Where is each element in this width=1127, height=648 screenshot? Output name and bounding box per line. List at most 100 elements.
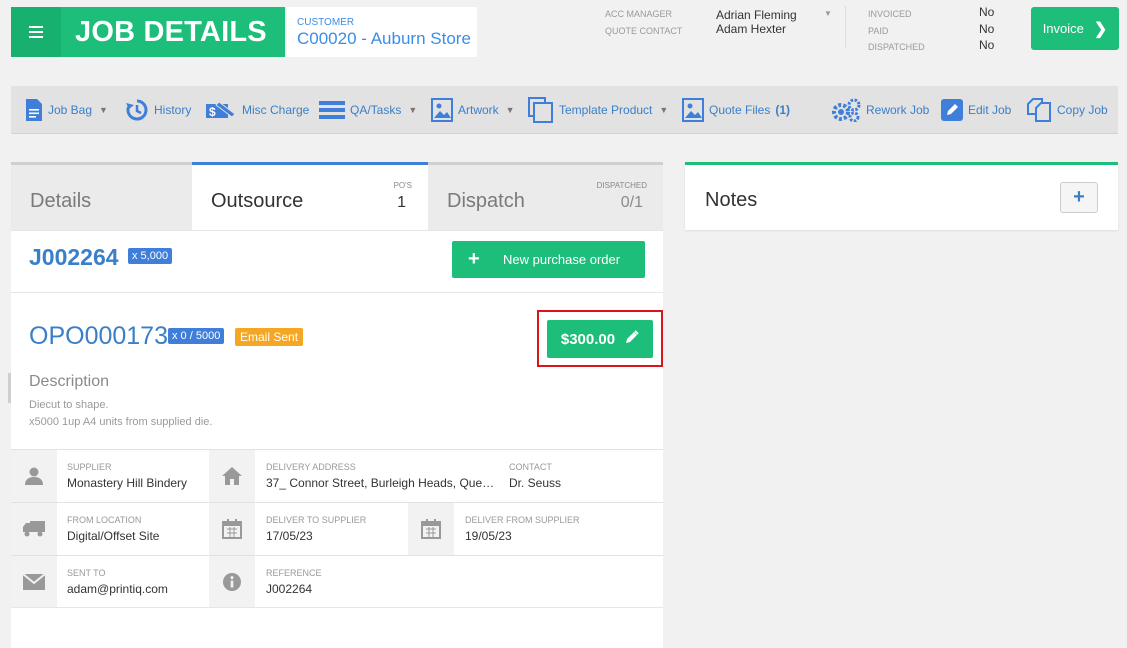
po-status-badge: Email Sent bbox=[235, 328, 304, 346]
template-product-button[interactable]: Template Product ▼ bbox=[528, 86, 668, 134]
misc-charge-button[interactable]: $ Misc Charge bbox=[205, 86, 309, 134]
qa-tasks-button[interactable]: QA/Tasks ▼ bbox=[319, 86, 417, 134]
plus-icon: + bbox=[1073, 186, 1085, 208]
caret-down-icon: ▼ bbox=[505, 105, 515, 115]
job-bag-button[interactable]: Job Bag ▼ bbox=[25, 86, 108, 134]
pos-count-value: 1 bbox=[397, 194, 406, 211]
reference-label: REFERENCE bbox=[266, 568, 322, 578]
divider bbox=[11, 230, 663, 231]
artwork-button[interactable]: Artwork ▼ bbox=[431, 86, 515, 134]
template-icon bbox=[528, 97, 554, 123]
misc-charge-icon: $ bbox=[205, 100, 237, 120]
pos-count-label: PO'S bbox=[393, 181, 412, 190]
contact-value: Dr. Seuss bbox=[509, 476, 562, 490]
caret-down-icon: ▼ bbox=[659, 105, 669, 115]
deliver-from-supplier-label: DELIVER FROM SUPPLIER bbox=[465, 515, 580, 525]
tab-details[interactable]: Details bbox=[11, 162, 192, 230]
dispatched-count-value: 0/1 bbox=[620, 194, 643, 211]
customer-label: CUSTOMER bbox=[297, 17, 355, 28]
quote-contact-label: QUOTE CONTACT bbox=[605, 26, 683, 36]
description-line-2: x5000 1up A4 units from supplied die. bbox=[29, 416, 213, 428]
calendar-icon bbox=[408, 503, 454, 555]
po-number[interactable]: OPO000173 bbox=[29, 322, 168, 351]
divider bbox=[11, 292, 663, 293]
quote-files-button[interactable]: Quote Files (1) bbox=[682, 86, 790, 134]
edit-job-button[interactable]: Edit Job bbox=[941, 86, 1011, 134]
edit-icon bbox=[941, 99, 963, 121]
copy-job-label: Copy Job bbox=[1057, 103, 1108, 117]
home-icon bbox=[209, 450, 255, 502]
reference-value: J002264 bbox=[266, 582, 313, 596]
sent-to-label: SENT TO bbox=[67, 568, 106, 578]
history-button[interactable]: History bbox=[125, 86, 191, 134]
invoice-button[interactable]: Invoice ❯ bbox=[1031, 7, 1119, 50]
toolbar: Job Bag ▼ History $ Misc Charge QA/Tasks… bbox=[11, 86, 1118, 134]
caret-down-icon: ▼ bbox=[99, 105, 108, 115]
copy-job-button[interactable]: Copy Job bbox=[1026, 86, 1108, 134]
tab-dispatch[interactable]: Dispatch DISPATCHED 0/1 bbox=[428, 162, 663, 230]
menu-icon[interactable] bbox=[11, 7, 61, 57]
user-icon bbox=[11, 450, 57, 502]
job-number[interactable]: J002264 bbox=[29, 244, 119, 271]
paid-label: PAID bbox=[868, 26, 889, 36]
acc-manager-caret-icon[interactable]: ▼ bbox=[824, 9, 832, 18]
outsource-panel: J002264 x 5,000 + New purchase order OPO… bbox=[8, 230, 663, 648]
delivery-address-value: 37_ Connor Street, Burleigh Heads, Que… bbox=[266, 476, 495, 490]
po-price-value: $300.00 bbox=[560, 330, 616, 348]
quote-files-count: (1) bbox=[775, 103, 791, 117]
tab-outsource[interactable]: Outsource PO'S 1 bbox=[192, 162, 428, 230]
job-details-header: JOB DETAILS bbox=[11, 7, 285, 57]
add-note-button[interactable]: + bbox=[1060, 182, 1098, 213]
copy-icon bbox=[1026, 97, 1052, 123]
caret-down-icon: ▼ bbox=[408, 105, 418, 115]
acc-manager-value[interactable]: Adrian Fleming bbox=[716, 8, 797, 22]
image-icon bbox=[431, 98, 453, 122]
from-location-value: Digital/Offset Site bbox=[67, 529, 160, 543]
notes-title: Notes bbox=[705, 189, 758, 211]
quote-files-label: Quote Files bbox=[709, 103, 771, 117]
sent-to-value: adam@printiq.com bbox=[67, 582, 168, 596]
page-title: JOB DETAILS bbox=[75, 15, 267, 48]
description-heading: Description bbox=[29, 373, 110, 390]
dispatched-label: DISPATCHED bbox=[868, 42, 925, 52]
invoice-button-label: Invoice bbox=[1042, 21, 1084, 36]
artwork-label: Artwork bbox=[458, 103, 499, 117]
document-icon bbox=[25, 99, 43, 121]
job-qty-badge: x 5,000 bbox=[128, 248, 173, 264]
rework-job-button[interactable]: Rework Job bbox=[831, 86, 929, 134]
plus-icon: + bbox=[468, 248, 480, 270]
tab-outsource-label: Outsource bbox=[211, 190, 304, 212]
po-price-button[interactable]: $300.00 bbox=[547, 320, 653, 358]
image-icon bbox=[682, 98, 704, 122]
pencil-icon bbox=[625, 330, 639, 348]
header-divider bbox=[845, 6, 846, 48]
edit-job-label: Edit Job bbox=[968, 103, 1012, 117]
truck-icon bbox=[11, 503, 57, 555]
paid-value: No bbox=[979, 22, 995, 36]
new-purchase-order-label: New purchase order bbox=[503, 252, 621, 267]
envelope-icon bbox=[11, 556, 57, 608]
customer-box[interactable]: CUSTOMER C00020 - Auburn Store bbox=[287, 7, 477, 57]
description-line-1: Diecut to shape. bbox=[29, 399, 109, 411]
customer-value[interactable]: C00020 - Auburn Store bbox=[297, 29, 477, 49]
new-purchase-order-button[interactable]: + New purchase order bbox=[452, 241, 645, 278]
dispatched-count-label: DISPATCHED bbox=[596, 181, 647, 190]
dispatched-value: No bbox=[979, 38, 995, 52]
svg-text:$: $ bbox=[209, 105, 216, 119]
chevron-right-icon: ❯ bbox=[1093, 20, 1108, 38]
divider bbox=[11, 607, 663, 608]
deliver-from-supplier-value: 19/05/23 bbox=[465, 529, 512, 543]
notes-panel: Notes + bbox=[685, 162, 1118, 230]
supplier-value: Monastery Hill Bindery bbox=[67, 476, 188, 490]
info-icon bbox=[209, 556, 255, 608]
contact-label: CONTACT bbox=[509, 462, 552, 472]
rework-job-label: Rework Job bbox=[866, 103, 930, 117]
job-bag-label: Job Bag bbox=[48, 103, 93, 117]
from-location-label: FROM LOCATION bbox=[67, 515, 142, 525]
acc-manager-label: ACC MANAGER bbox=[605, 9, 673, 19]
invoiced-label: INVOICED bbox=[868, 9, 912, 19]
history-label: History bbox=[154, 103, 192, 117]
delivery-address-label: DELIVERY ADDRESS bbox=[266, 462, 356, 472]
description-accent-bar bbox=[8, 373, 11, 403]
po-qty-badge: x 0 / 5000 bbox=[168, 328, 225, 344]
